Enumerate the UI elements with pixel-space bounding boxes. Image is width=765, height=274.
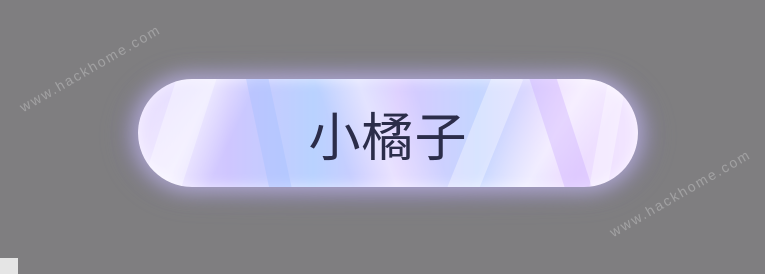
screenshot-canvas: 小橘子 www.hackhome.com www.hackhome.com: [0, 0, 765, 274]
corner-artifact: [0, 258, 18, 274]
player-name: 小橘子: [308, 108, 468, 169]
name-plate: 小橘子: [138, 79, 638, 187]
